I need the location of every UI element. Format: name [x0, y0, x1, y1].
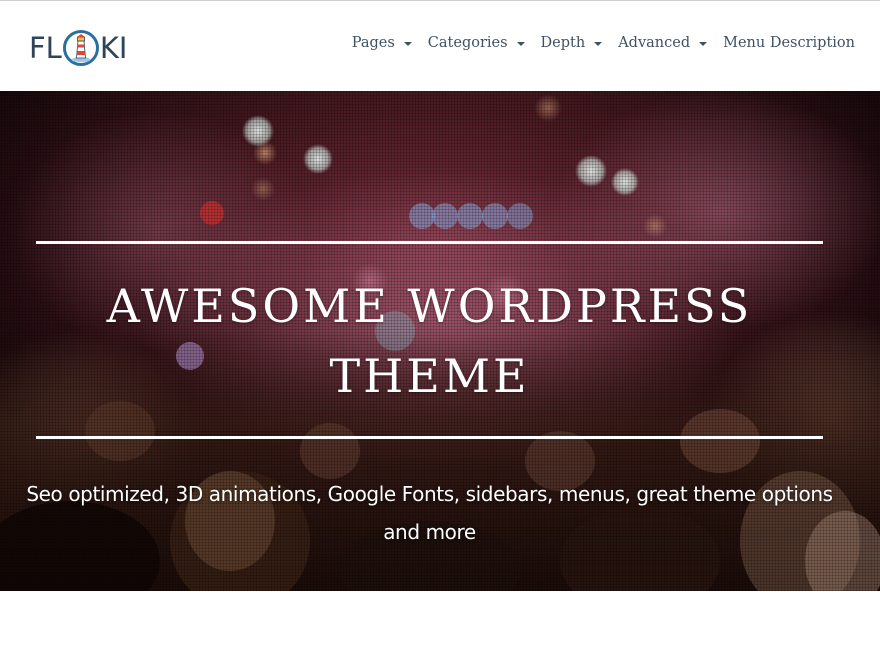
logo-text-prefix: FL [29, 30, 62, 65]
nav-item-pages[interactable]: Pages [352, 35, 412, 51]
site-header: FL KI Pages Categories Depth Advanced Me… [0, 1, 880, 91]
hero-divider-bottom [36, 436, 823, 439]
nav-item-categories[interactable]: Categories [428, 35, 525, 51]
logo-text-suffix: KI [99, 30, 128, 65]
nav-item-menu-description[interactable]: Menu Description [723, 35, 855, 51]
hero-banner: AWESOME WORDPRESS THEME Seo optimized, 3… [0, 91, 880, 591]
caret-down-icon [516, 41, 525, 46]
nav-item-label: Pages [351, 35, 395, 51]
site-logo[interactable]: FL KI [29, 28, 139, 68]
nav-item-label: Menu Description [723, 35, 855, 51]
nav-item-label: Categories [427, 35, 508, 51]
lighthouse-logo-icon [62, 30, 99, 66]
content-area [0, 591, 880, 660]
hero-subtitle: Seo optimized, 3D animations, Google Fon… [26, 482, 833, 544]
nav-item-label: Advanced [618, 35, 691, 51]
caret-down-icon [594, 41, 603, 46]
hero-title: AWESOME WORDPRESS THEME [106, 279, 753, 403]
nav-item-advanced[interactable]: Advanced [618, 35, 708, 51]
nav-item-label: Depth [540, 35, 586, 51]
caret-down-icon [403, 41, 412, 46]
hero-divider-top [36, 241, 823, 244]
nav-item-depth[interactable]: Depth [541, 35, 603, 51]
caret-down-icon [699, 41, 708, 46]
main-navigation: Pages Categories Depth Advanced Menu Des… [352, 35, 855, 51]
